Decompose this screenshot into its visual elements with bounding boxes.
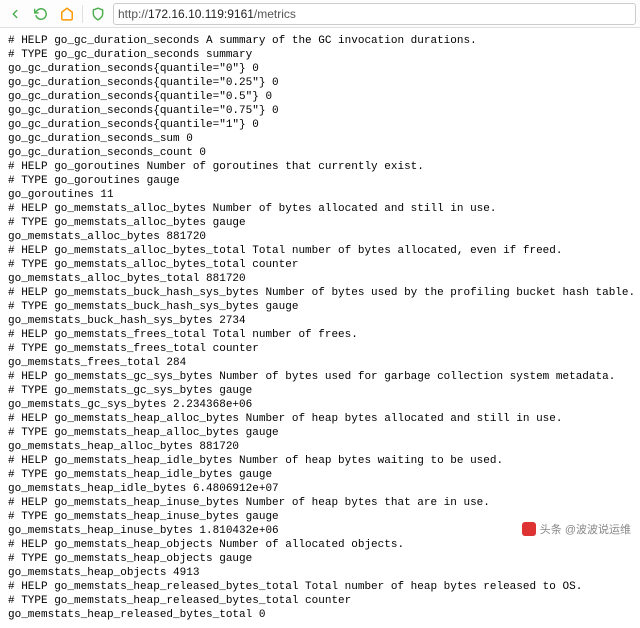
url-host: 172.16.10.119:9161 bbox=[148, 7, 254, 21]
refresh-button[interactable] bbox=[30, 3, 52, 25]
browser-toolbar: http://172.16.10.119:9161/metrics bbox=[0, 0, 640, 28]
watermark-icon bbox=[522, 522, 536, 536]
url-bar[interactable]: http://172.16.10.119:9161/metrics bbox=[113, 3, 636, 25]
shield-icon bbox=[91, 7, 105, 21]
shield-button[interactable] bbox=[87, 3, 109, 25]
metrics-output: # HELP go_gc_duration_seconds A summary … bbox=[0, 28, 640, 628]
home-button[interactable] bbox=[56, 3, 78, 25]
url-scheme: http:// bbox=[118, 7, 148, 21]
home-icon bbox=[60, 7, 74, 21]
back-button[interactable] bbox=[4, 3, 26, 25]
url-text: http://172.16.10.119:9161/metrics bbox=[118, 7, 296, 21]
toolbar-divider bbox=[82, 5, 83, 23]
refresh-icon bbox=[34, 7, 48, 21]
watermark: 头条 @波波说运维 bbox=[519, 520, 634, 538]
url-path: /metrics bbox=[254, 7, 296, 21]
watermark-text: 头条 @波波说运维 bbox=[540, 521, 631, 537]
back-icon bbox=[8, 7, 22, 21]
